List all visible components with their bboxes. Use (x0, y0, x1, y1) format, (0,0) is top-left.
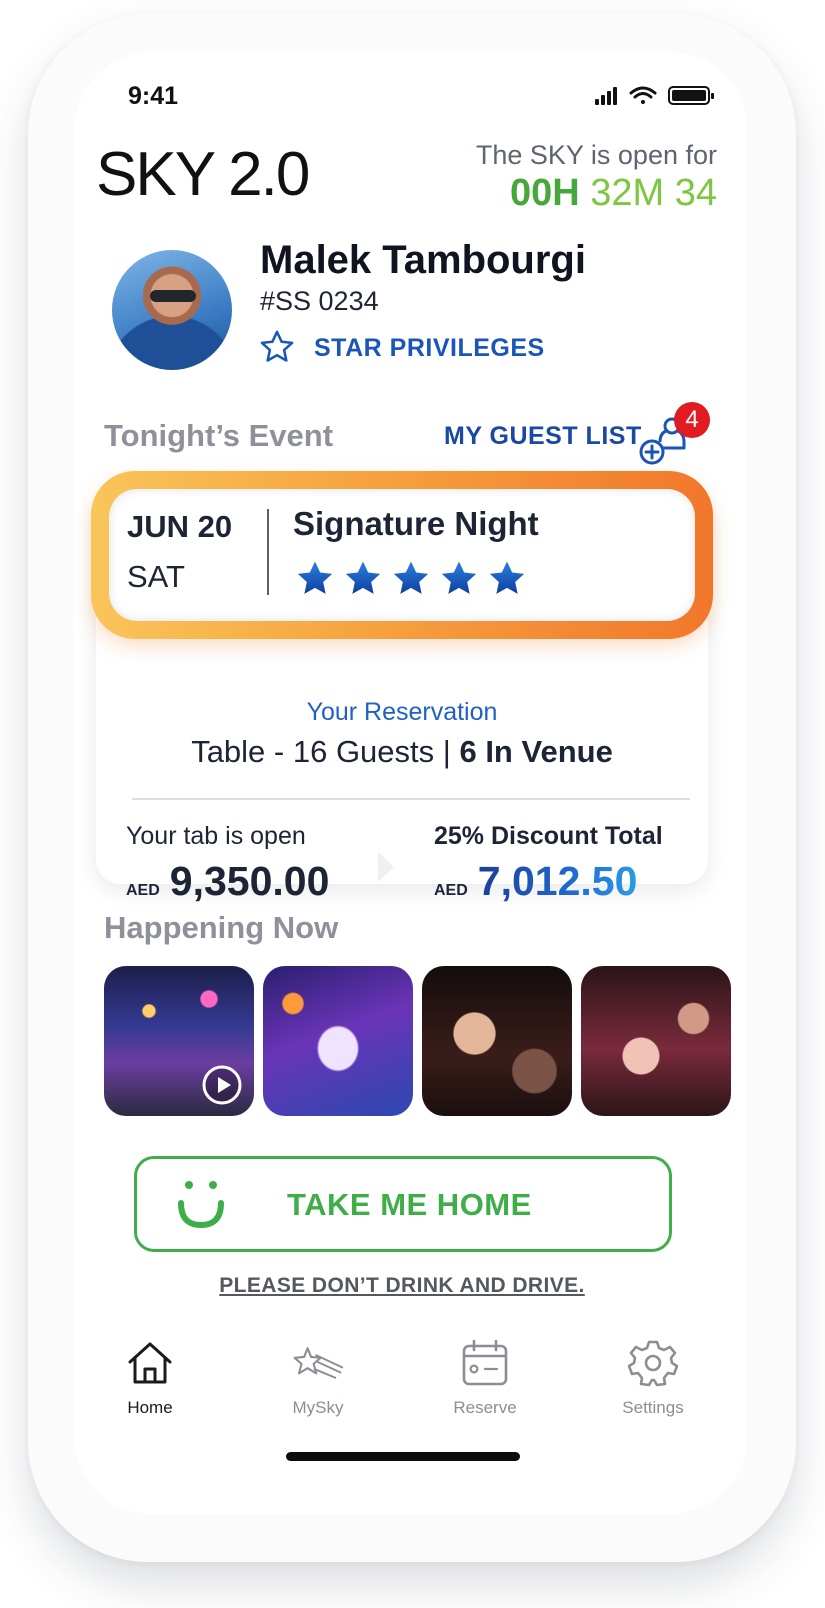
gallery-item-guests-portrait[interactable] (422, 966, 572, 1116)
tonights-event-title: Tonight’s Event (104, 418, 334, 453)
guest-count-badge: 4 (674, 402, 710, 438)
play-icon (202, 1065, 242, 1105)
tab-amount: AED 9,350.00 (126, 858, 329, 905)
nav-reserve-label: Reserve (453, 1398, 517, 1417)
nav-mysky[interactable]: MySky (258, 1338, 378, 1418)
chevron-right-icon (378, 852, 394, 882)
event-rating (295, 559, 527, 599)
shooting-star-icon (293, 1347, 344, 1379)
home-icon (128, 1342, 172, 1384)
rating-star-icon (345, 561, 381, 594)
gear-icon (627, 1340, 679, 1387)
gallery-item-stage-crowd[interactable] (263, 966, 413, 1116)
nav-reserve[interactable]: Reserve (425, 1338, 545, 1418)
status-time: 9:41 (128, 82, 179, 110)
tab-currency: AED (126, 882, 160, 899)
rating-star-icon (441, 561, 477, 594)
nav-settings[interactable]: Settings (593, 1338, 713, 1418)
gallery-item-rooftop-party[interactable] (104, 966, 254, 1116)
member-id: #SS 0234 (260, 286, 379, 316)
avatar[interactable] (112, 250, 232, 370)
take-me-home-button[interactable]: TAKE ME HOME (134, 1156, 672, 1252)
sky-logo: SKY 2.0 (96, 140, 310, 209)
event-day: SAT (127, 559, 185, 594)
happening-gallery (104, 966, 731, 1116)
open-countdown: 00H 32M 34 (510, 172, 717, 215)
my-guest-list-link[interactable]: MY GUEST LIST (444, 422, 642, 451)
status-icons (595, 86, 714, 105)
reservation-label: Your Reservation (306, 698, 498, 726)
event-divider (267, 509, 269, 595)
reservation-in-venue: 6 In Venue (459, 734, 613, 769)
reservation-guests: Table - 16 Guests (191, 734, 435, 769)
rating-star-icon (297, 561, 333, 594)
battery-icon (668, 86, 714, 105)
event-date: JUN 20 (127, 509, 233, 544)
countdown-minutes: 32M (590, 172, 665, 214)
rating-star-icon (489, 561, 525, 594)
tab-value: 9,350.00 (169, 858, 330, 904)
nav-home-label: Home (127, 1398, 173, 1417)
rating-star-icon (393, 561, 429, 594)
discount-label: 25% Discount Total (434, 822, 663, 850)
nav-mysky-label: MySky (292, 1398, 344, 1417)
discount-currency: AED (434, 882, 468, 899)
reservation-separator: | (442, 734, 451, 769)
smile-icon (178, 1181, 224, 1229)
event-highlight[interactable]: JUN 20 SAT Signature Night (91, 471, 713, 639)
app-screen: 9:41 SKY 2.0 The SKY is open for 00H 32M… (74, 52, 747, 1514)
home-indicator (286, 1452, 520, 1461)
discount-amount: AED 7,012.50 (434, 858, 637, 905)
nav-settings-label: Settings (622, 1398, 684, 1417)
event-name: Signature Night (293, 505, 539, 542)
dont-drink-drive-link[interactable]: PLEASE DON’T DRINK AND DRIVE. (74, 1274, 730, 1298)
profile-name: Malek Tambourgi (260, 238, 586, 282)
reservation-detail: Table - 16 Guests | 6 In Venue (96, 734, 708, 770)
countdown-hours: 00H (509, 172, 580, 214)
calendar-icon (462, 1339, 508, 1386)
star-privileges-link[interactable]: STAR PRIVILEGES (314, 334, 545, 363)
wifi-icon (629, 86, 657, 104)
countdown-seconds: 34 (674, 172, 717, 214)
open-label: The SKY is open for (475, 140, 717, 170)
card-divider (132, 798, 690, 800)
signal-icon (595, 87, 617, 105)
take-me-home-label: TAKE ME HOME (287, 1187, 532, 1222)
discount-value: 7,012.50 (477, 858, 638, 904)
gallery-item-dance-floor[interactable] (581, 966, 731, 1116)
star-outline-icon (260, 330, 294, 362)
happening-now-title: Happening Now (104, 910, 339, 945)
nav-home[interactable]: Home (90, 1338, 210, 1418)
tab-open-label: Your tab is open (126, 822, 306, 850)
